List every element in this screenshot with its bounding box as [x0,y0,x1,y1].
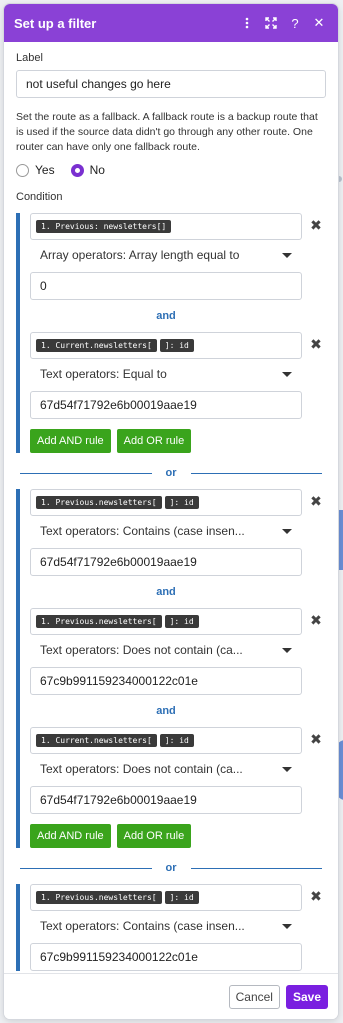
divider [20,472,152,474]
operator-value: Text operators: Does not contain (ca... [40,762,243,776]
remove-rule-icon[interactable]: ✖ [306,489,326,510]
chevron-down-icon [282,371,292,377]
save-button[interactable]: Save [285,984,328,1009]
operator-value: Text operators: Equal to [40,367,167,381]
dialog-footer: Cancel Save [4,973,338,1019]
variable-token: 1. Previous.newsletters[ [36,891,162,904]
help-icon[interactable]: ? [284,12,306,34]
value-input[interactable]: 67d54f71792e6b00019aae19 [30,548,302,576]
divider [190,867,322,869]
condition-rule: 1. Previous: newsletters[] ✖ Array opera… [30,213,326,300]
add-or-rule-button[interactable]: Add OR rule [116,824,192,848]
dialog-header: Set up a filter ? ✕ [4,4,338,42]
value-input[interactable]: 0 [30,272,302,300]
radio-yes[interactable] [16,163,29,177]
rule-buttons: Add AND rule Add OR rule [30,824,326,848]
remove-rule-icon[interactable]: ✖ [306,884,326,905]
dialog-body: Label not useful changes go here Set the… [4,42,338,972]
and-separator: and [156,310,176,322]
more-vertical-icon[interactable] [236,12,258,34]
condition-rule: 1. Previous.newsletters[ ]: id ✖ Text op… [30,608,326,695]
remove-rule-icon[interactable]: ✖ [306,608,326,629]
condition-rule: 1. Current.newsletters[ ]: id ✖ Text ope… [30,727,326,814]
chevron-down-icon [282,647,292,653]
chevron-down-icon [282,528,292,534]
operator-select[interactable]: Text operators: Does not contain (ca... [30,637,302,663]
operator-select[interactable]: Text operators: Equal to [30,361,302,387]
operand-input[interactable]: 1. Previous: newsletters[] [30,213,302,240]
or-label: or [165,467,177,479]
value-input[interactable]: 67c9b991159234000122c01e [30,943,302,971]
expand-icon[interactable] [260,12,282,34]
condition-label: Condition [16,191,63,203]
dialog-title: Set up a filter [14,15,97,31]
variable-token: 1. Previous.newsletters[ [36,496,162,509]
variable-token: 1. Previous.newsletters[ [36,615,162,628]
remove-rule-icon[interactable]: ✖ [306,213,326,234]
condition-group: 1. Previous.newsletters[ ]: id ✖ Text op… [16,489,326,848]
chevron-down-icon [282,252,292,258]
cancel-button[interactable]: Cancel [228,984,280,1009]
fallback-radio-group: Yes No [16,163,326,177]
value-input[interactable]: 67c9b991159234000122c01e [30,667,302,695]
operand-input[interactable]: 1. Previous.newsletters[ ]: id [30,608,302,635]
divider [190,472,322,474]
operator-select[interactable]: Text operators: Contains (case insen... [30,913,302,939]
fallback-no-option[interactable]: No [70,163,105,177]
value-input[interactable]: 67d54f71792e6b00019aae19 [30,391,302,419]
label-input[interactable]: not useful changes go here [16,70,326,98]
or-separator: or [16,862,326,874]
remove-rule-icon[interactable]: ✖ [306,332,326,353]
remove-rule-icon[interactable]: ✖ [306,727,326,748]
operator-value: Array operators: Array length equal to [40,248,240,262]
operator-value: Text operators: Does not contain (ca... [40,643,243,657]
variable-token: 1. Previous: newsletters[] [36,220,172,233]
condition-group: 1. Previous.newsletters[ ]: id ✖ Text op… [16,884,326,971]
operator-value: Text operators: Contains (case insen... [40,524,245,538]
fallback-help-text: Set the route as a fallback. A fallback … [16,111,318,153]
value-input[interactable]: 67d54f71792e6b00019aae19 [30,786,302,814]
chevron-down-icon [282,923,292,929]
rule-buttons: Add AND rule Add OR rule [30,429,326,453]
variable-token: ]: id [164,496,199,509]
add-and-rule-button[interactable]: Add AND rule [30,824,111,848]
variable-token: ]: id [164,891,199,904]
variable-token: 1. Current.newsletters[ [36,339,157,352]
divider [20,867,152,869]
filter-dialog: Set up a filter ? ✕ Label not useful cha… [4,4,338,1019]
operator-select[interactable]: Text operators: Contains (case insen... [30,518,302,544]
condition-rule: 1. Current.newsletters[ ]: id ✖ Text ope… [30,332,326,419]
operator-value: Text operators: Contains (case insen... [40,919,245,933]
label-field-label: Label [16,52,43,64]
operator-select[interactable]: Array operators: Array length equal to [30,242,302,268]
condition-group: 1. Previous: newsletters[] ✖ Array opera… [16,213,326,453]
variable-token: ]: id [159,734,194,747]
or-separator: or [16,467,326,479]
radio-yes-label: Yes [35,163,55,177]
add-or-rule-button[interactable]: Add OR rule [116,429,192,453]
operator-select[interactable]: Text operators: Does not contain (ca... [30,756,302,782]
operand-input[interactable]: 1. Previous.newsletters[ ]: id [30,489,302,516]
operand-input[interactable]: 1. Current.newsletters[ ]: id [30,332,302,359]
chevron-down-icon [282,766,292,772]
operand-input[interactable]: 1. Current.newsletters[ ]: id [30,727,302,754]
condition-rule: 1. Previous.newsletters[ ]: id ✖ Text op… [30,884,326,971]
close-icon[interactable]: ✕ [308,12,330,34]
fallback-yes-option[interactable]: Yes [16,163,55,177]
radio-no-label: No [89,163,105,177]
variable-token: 1. Current.newsletters[ [36,734,157,747]
and-separator: and [156,705,176,717]
variable-token: ]: id [164,615,199,628]
and-separator: and [156,586,176,598]
add-and-rule-button[interactable]: Add AND rule [30,429,111,453]
variable-token: ]: id [159,339,194,352]
or-label: or [165,862,177,874]
operand-input[interactable]: 1. Previous.newsletters[ ]: id [30,884,302,911]
condition-rule: 1. Previous.newsletters[ ]: id ✖ Text op… [30,489,326,576]
radio-no[interactable] [70,163,84,177]
